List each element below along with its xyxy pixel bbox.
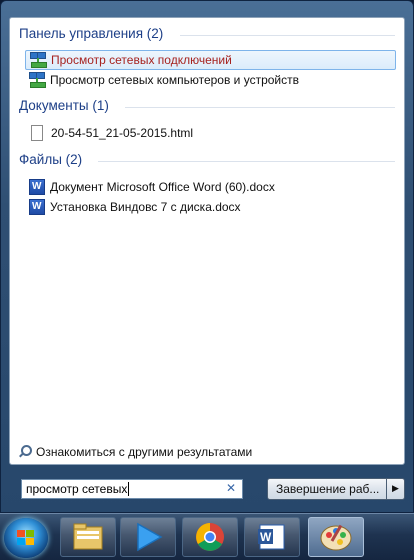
- windows-logo-icon: [17, 530, 25, 537]
- group-divider: [125, 107, 395, 108]
- start-menu: Панель управления (2) Просмотр сетевых п…: [0, 0, 414, 513]
- search-input-value: просмотр сетевых: [26, 482, 128, 496]
- result-label: Установка Виндовс 7 с диска.docx: [50, 200, 241, 214]
- paint-icon: [320, 524, 352, 551]
- result-network-computers[interactable]: Просмотр сетевых компьютеров и устройств: [25, 70, 396, 90]
- taskbar: W: [0, 513, 414, 560]
- word-icon: W: [258, 524, 285, 550]
- group-divider: [98, 161, 395, 162]
- result-label: Документ Microsoft Office Word (60).docx: [50, 180, 275, 194]
- result-word-doc-install[interactable]: Установка Виндовс 7 с диска.docx: [25, 197, 396, 217]
- group-header-files[interactable]: Файлы (2): [19, 152, 82, 167]
- group-header-control-panel[interactable]: Панель управления (2): [19, 26, 163, 41]
- search-results-panel: Панель управления (2) Просмотр сетевых п…: [9, 17, 405, 465]
- word-doc-icon: [29, 199, 45, 215]
- result-label: Просмотр сетевых компьютеров и устройств: [50, 73, 299, 87]
- taskbar-paint[interactable]: [308, 517, 364, 557]
- chevron-right-icon: ▶: [392, 484, 399, 494]
- taskbar-explorer[interactable]: [60, 517, 116, 557]
- taskbar-media-player[interactable]: [120, 517, 176, 557]
- result-label: Просмотр сетевых подключений: [51, 53, 232, 67]
- see-more-results-link[interactable]: Ознакомиться с другими результатами: [18, 444, 252, 460]
- group-divider: [180, 35, 395, 36]
- shutdown-options-button[interactable]: ▶: [387, 478, 405, 500]
- word-doc-icon: [29, 179, 45, 195]
- search-input[interactable]: просмотр сетевых ✕: [21, 479, 243, 499]
- taskbar-chrome[interactable]: [182, 517, 238, 557]
- result-label: 20-54-51_21-05-2015.html: [51, 126, 194, 140]
- see-more-results-label: Ознакомиться с другими результатами: [36, 445, 253, 459]
- chrome-icon: [196, 523, 224, 551]
- document-icon: [31, 125, 43, 141]
- result-network-connections[interactable]: Просмотр сетевых подключений: [25, 50, 396, 70]
- svg-text:W: W: [260, 530, 272, 544]
- start-button[interactable]: [4, 518, 48, 558]
- group-header-documents[interactable]: Документы (1): [19, 98, 109, 113]
- folder-icon: [73, 523, 103, 550]
- network-icon: [30, 52, 47, 68]
- clear-search-icon[interactable]: ✕: [226, 481, 236, 495]
- result-html-document[interactable]: 20-54-51_21-05-2015.html: [25, 123, 396, 143]
- play-icon: [137, 522, 163, 552]
- result-word-doc-60[interactable]: Документ Microsoft Office Word (60).docx: [25, 177, 396, 197]
- shutdown-button[interactable]: Завершение раб...: [267, 478, 387, 500]
- network-icon: [29, 72, 46, 88]
- taskbar-word[interactable]: W: [244, 517, 300, 557]
- search-icon: [18, 445, 32, 459]
